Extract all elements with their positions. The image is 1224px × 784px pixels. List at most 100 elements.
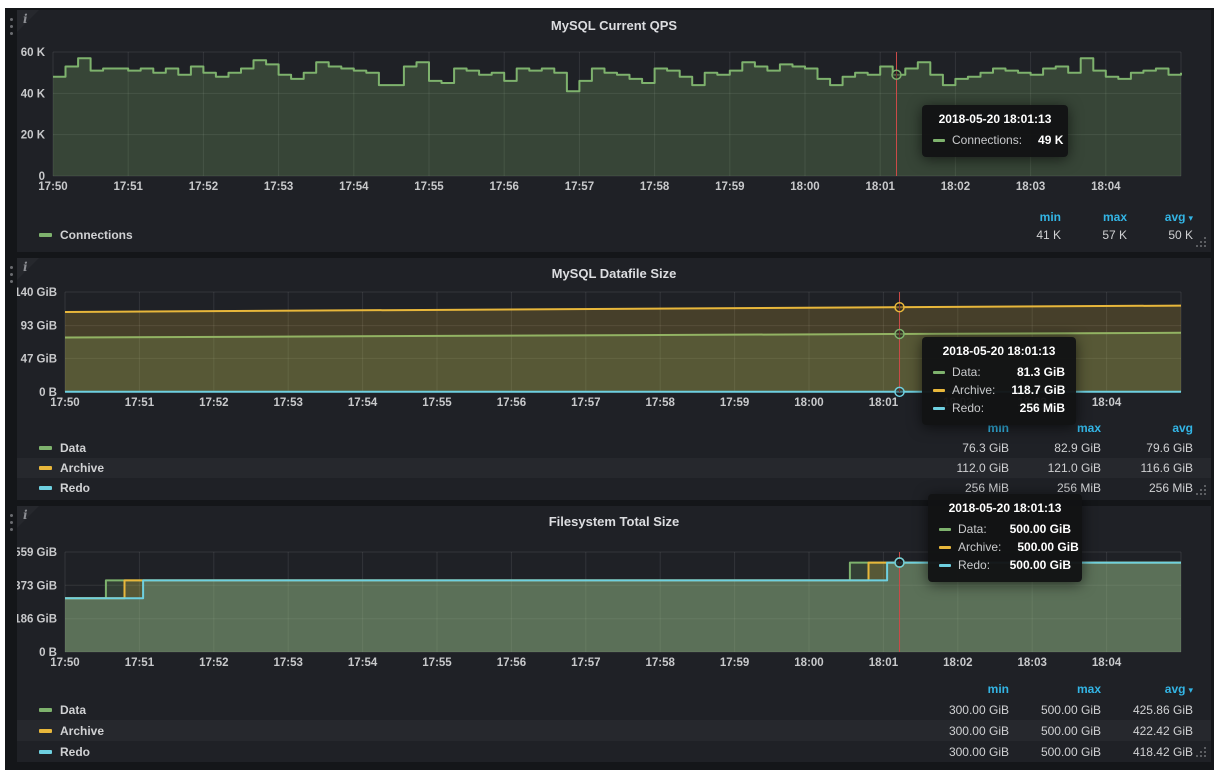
y-axis-tick-label: 140 GiB [17,287,57,299]
panel-title[interactable]: MySQL Datafile Size [17,266,1211,281]
x-axis-tick-label: 17:56 [497,397,526,409]
info-icon[interactable]: i [23,12,28,26]
stat-max-value: 500.00 GiB [1009,724,1101,738]
series-color-swatch [39,750,52,754]
panel-drag-handle[interactable] [5,510,17,556]
x-axis-tick-label: 17:57 [565,181,594,193]
stat-max-value: 500.00 GiB [1009,703,1101,717]
stat-min-value: 300.00 GiB [917,703,1009,717]
x-axis-tick-label: 17:58 [645,657,675,669]
series-color-swatch [933,139,945,142]
stat-min-value: 112.0 GiB [917,461,1009,475]
x-axis-tick-label: 17:56 [489,181,518,193]
tooltip-series-row: Data: 500.00 GiB [939,520,1071,538]
legend-series-toggle[interactable]: Archive [39,461,104,475]
series-color-swatch [39,486,52,490]
x-axis-tick-label: 18:04 [1092,397,1122,409]
x-axis-tick-label: 18:01 [869,397,899,409]
graph-tooltip-filesystem: 2018-05-20 18:01:13 Data: 500.00 GiB Arc… [928,494,1082,582]
legend-row-data: Data 300.00 GiB 500.00 GiB 425.86 GiB [17,699,1211,720]
panel-drag-handle[interactable] [5,262,17,308]
stat-min-value: 256 MiB [917,481,1009,495]
x-axis-tick-label: 17:56 [497,657,526,669]
x-axis-tick-label: 17:55 [414,181,444,193]
legend-series-toggle[interactable]: Data [39,703,86,717]
tooltip-timestamp: 2018-05-20 18:01:13 [933,344,1065,358]
tooltip-series-row: Archive: 118.7 GiB [933,381,1065,399]
x-axis-tick-label: 18:03 [1017,657,1046,669]
x-axis-tick-label: 18:01 [865,181,895,193]
x-axis-tick-label: 17:59 [720,657,749,669]
x-axis-tick-label: 18:02 [943,657,972,669]
tooltip-series-row: Redo: 500.00 GiB [939,556,1071,574]
x-axis-tick-label: 17:51 [113,181,143,193]
graph-tooltip-datafile: 2018-05-20 18:01:13 Data: 81.3 GiB Archi… [922,337,1076,425]
legend-series-label: Redo [60,481,90,495]
x-axis-tick-label: 17:50 [50,657,79,669]
x-axis-tick-label: 17:57 [571,397,600,409]
x-axis-tick-label: 17:52 [189,181,218,193]
series-color-swatch [39,466,52,470]
tooltip-series-value: 49 K [1022,133,1063,147]
series-color-swatch [939,546,951,549]
legend-row-archive: Archive 300.00 GiB 500.00 GiB 422.42 GiB [17,720,1211,741]
tooltip-series-label: Redo: [958,558,990,572]
tooltip-series-label: Redo: [952,401,984,415]
tooltip-series-value: 118.7 GiB [995,383,1065,397]
x-axis-tick-label: 18:01 [869,657,899,669]
stat-header-min[interactable]: min [995,210,1061,224]
tooltip-timestamp: 2018-05-20 18:01:13 [939,501,1071,515]
x-axis-tick-label: 17:52 [199,397,228,409]
x-axis-tick-label: 17:53 [264,181,293,193]
stat-avg-value: 425.86 GiB [1101,703,1193,717]
panel-resize-handle[interactable] [1204,755,1206,757]
x-axis-tick-label: 17:59 [715,181,744,193]
panel-drag-handle[interactable] [5,14,17,60]
x-axis-tick-label: 17:55 [422,397,452,409]
x-axis-tick-label: 17:53 [273,397,302,409]
x-axis-tick-label: 18:00 [794,397,823,409]
stat-header-max[interactable]: max [1061,210,1127,224]
stat-min-value: 41 K [995,228,1061,242]
legend-series-label: Data [60,441,86,455]
stat-header-avg[interactable]: avg▾ [1127,210,1193,224]
hover-point-redo [895,558,904,567]
panel-resize-handle[interactable] [1204,493,1206,495]
tooltip-series-value: 500.00 GiB [1001,540,1078,554]
hover-point-archive [895,303,904,312]
legend-row-archive: Archive 112.0 GiB 121.0 GiB 116.6 GiB [17,458,1211,478]
x-axis-tick-label: 17:52 [199,657,228,669]
legend-row-data: Data 76.3 GiB 82.9 GiB 79.6 GiB [17,438,1211,458]
legend-series-label: Redo [60,745,90,759]
graph-tooltip-qps: 2018-05-20 18:01:13 Connections: 49 K [922,105,1068,157]
tooltip-series-label: Data: [958,522,987,536]
panel-title[interactable]: MySQL Current QPS [17,18,1211,33]
legend-series-toggle[interactable]: Archive [39,724,104,738]
x-axis-tick-label: 18:03 [1016,181,1045,193]
tooltip-series-label: Data: [952,365,981,379]
series-color-swatch [933,407,945,410]
y-axis-tick-label: 373 GiB [17,580,57,592]
legend-series-toggle[interactable]: Data [39,441,86,455]
legend-series-toggle[interactable]: Redo [39,481,90,495]
tooltip-series-label: Archive: [958,540,1001,554]
hover-point-data [895,329,904,338]
y-axis-tick-label: 40 K [21,88,46,100]
hover-point-redo [895,387,904,396]
panel-resize-handle[interactable] [1204,245,1206,247]
x-axis-tick-label: 17:54 [348,657,378,669]
tooltip-series-label: Connections: [952,133,1022,147]
info-icon[interactable]: i [23,508,28,522]
stat-avg-value: 256 MiB [1101,481,1193,495]
stat-max-value: 82.9 GiB [1009,441,1101,455]
legend-series-toggle[interactable]: Redo [39,745,90,759]
stat-avg-value: 50 K [1127,228,1193,242]
x-axis-tick-label: 18:04 [1091,181,1121,193]
legend-series-toggle[interactable]: Connections [39,228,133,242]
tooltip-series-label: Archive: [952,383,995,397]
x-axis-tick-label: 17:50 [38,181,67,193]
info-icon[interactable]: i [23,260,28,274]
x-axis-tick-label: 17:55 [422,657,452,669]
grafana-dashboard: i MySQL Current QPS 020 K40 K60 K17:5017… [5,8,1214,770]
stat-avg-value: 79.6 GiB [1101,441,1193,455]
